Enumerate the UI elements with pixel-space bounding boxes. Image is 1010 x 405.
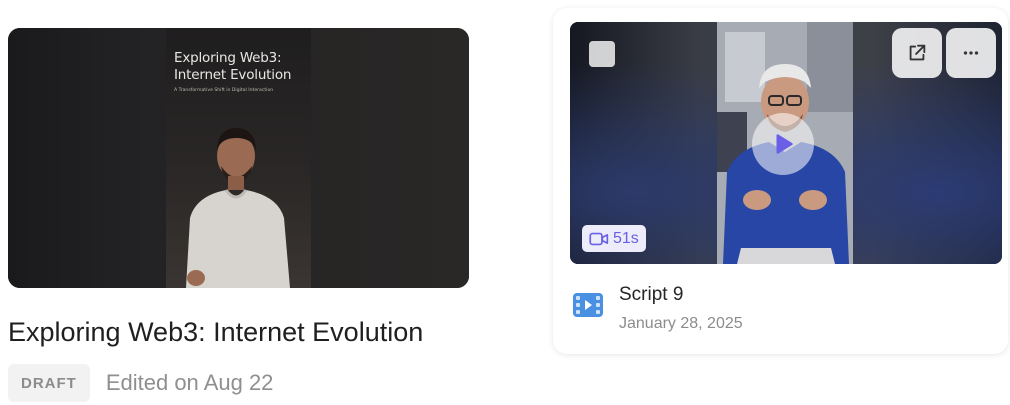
duration-text: 51s xyxy=(613,229,639,247)
script-date: January 28, 2025 xyxy=(619,315,743,332)
video-thumbnail[interactable]: 51s xyxy=(570,22,1002,264)
select-checkbox[interactable] xyxy=(589,41,615,67)
edited-timestamp: Edited on Aug 22 xyxy=(105,370,274,395)
play-button[interactable] xyxy=(752,113,814,175)
video-thumbnail[interactable]: Exploring Web3: Internet Evolution A Tra… xyxy=(8,28,469,288)
video-doc-icon xyxy=(573,293,603,317)
more-options-icon xyxy=(963,51,979,55)
script-title[interactable]: Script 9 xyxy=(619,284,683,306)
status-badge: DRAFT xyxy=(8,364,90,402)
project-card-draft[interactable]: Exploring Web3: Internet Evolution A Tra… xyxy=(8,28,469,402)
more-options-button[interactable] xyxy=(946,28,996,78)
project-title[interactable]: Exploring Web3: Internet Evolution xyxy=(8,315,478,349)
play-icon xyxy=(776,134,793,154)
project-meta: DRAFT Edited on Aug 22 xyxy=(8,364,273,402)
external-link-icon xyxy=(909,44,926,61)
portrait-frame: Exploring Web3: Internet Evolution A Tra… xyxy=(166,28,311,288)
open-external-button[interactable] xyxy=(892,28,942,78)
video-card-script[interactable]: 51s Script 9 January 28, 2025 xyxy=(553,8,1008,354)
duration-badge: 51s xyxy=(582,225,646,252)
video-camera-icon xyxy=(589,232,609,245)
presenter-image xyxy=(186,128,290,288)
